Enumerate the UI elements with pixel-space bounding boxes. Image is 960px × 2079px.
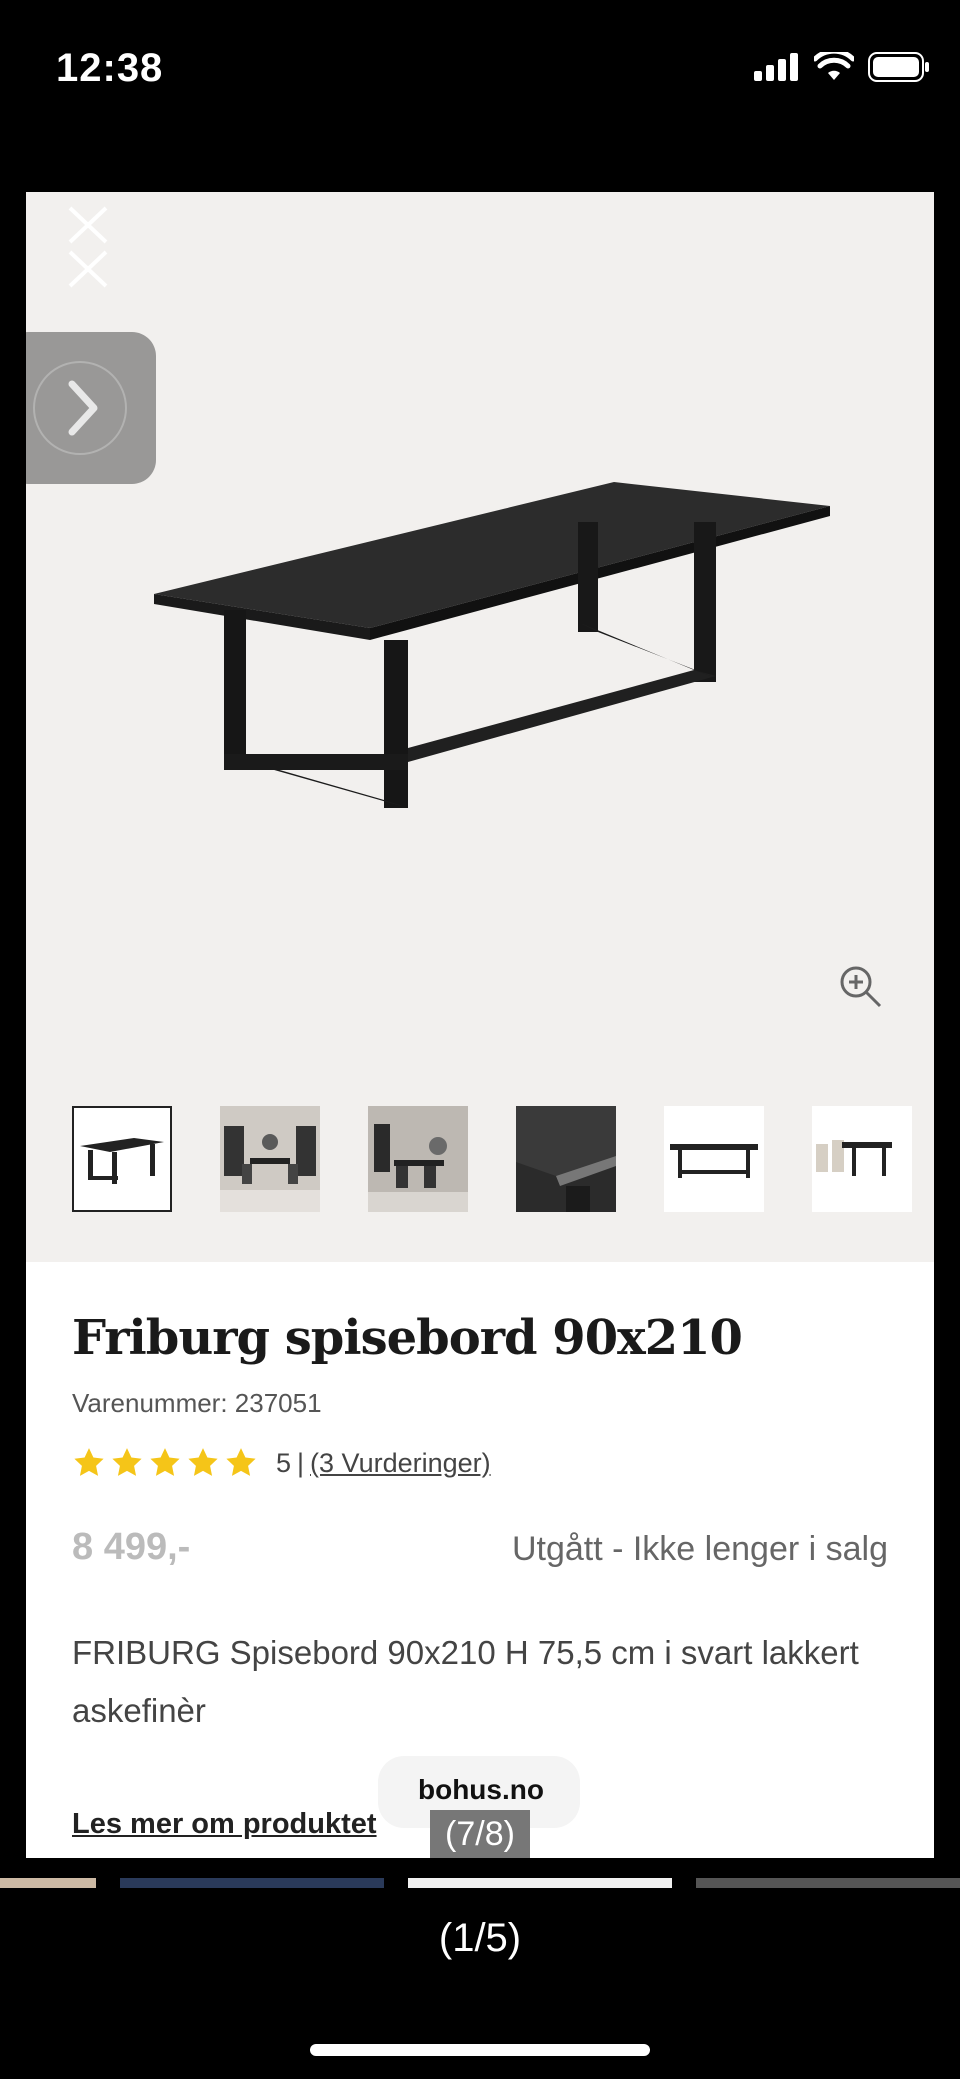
product-image bbox=[154, 482, 830, 808]
star-icon bbox=[226, 1448, 256, 1476]
thumb-detail-image bbox=[516, 1106, 616, 1212]
availability-status: Utgått - Ikke lenger i salg bbox=[511, 1530, 888, 1568]
rating-separator: | bbox=[297, 1447, 305, 1478]
battery-icon bbox=[868, 52, 929, 82]
thumbnail-table-with-chairs[interactable] bbox=[812, 1106, 912, 1212]
home-indicator[interactable] bbox=[310, 2044, 650, 2056]
thumb-room-image bbox=[368, 1106, 468, 1212]
wifi-icon bbox=[814, 52, 854, 80]
domain-label: bohus.no bbox=[418, 1774, 544, 1805]
product-price: 8 499,- bbox=[72, 1526, 191, 1568]
reviews-link[interactable]: (3 Vurderinger) bbox=[310, 1448, 491, 1479]
status-icons bbox=[754, 52, 930, 82]
next-image-button[interactable] bbox=[26, 332, 156, 484]
thumb-room-image bbox=[220, 1106, 320, 1212]
screenshot-counter: (7/8) bbox=[430, 1810, 530, 1858]
thumbnail-dining-room-2[interactable] bbox=[368, 1106, 468, 1212]
product-gallery[interactable] bbox=[26, 192, 934, 1262]
status-time: 12:38 bbox=[56, 46, 164, 90]
rating-score: 5 bbox=[276, 1447, 292, 1478]
thumb-table-icon bbox=[80, 1138, 164, 1184]
thumbnail-dining-room-1[interactable] bbox=[220, 1106, 320, 1212]
chevron-right-icon bbox=[33, 361, 127, 455]
star-icon bbox=[150, 1448, 180, 1476]
zoom-icon[interactable] bbox=[836, 962, 884, 1010]
thumbnail-strip bbox=[72, 1106, 932, 1216]
adjacent-images-strip bbox=[0, 1878, 960, 1888]
star-icon bbox=[188, 1448, 218, 1476]
product-title: Friburg spisebord 90x210 bbox=[72, 1310, 743, 1366]
cellular-signal-icon bbox=[754, 53, 798, 81]
thumb-chairs-image bbox=[816, 1140, 892, 1176]
star-icon bbox=[74, 1448, 104, 1476]
status-bar: 12:38 bbox=[0, 0, 960, 140]
thumbnail-table-front[interactable] bbox=[664, 1106, 764, 1212]
rating-stars bbox=[72, 1446, 258, 1480]
viewer-counter: (1/5) bbox=[438, 1916, 522, 1960]
thumbnail-table-product[interactable] bbox=[72, 1106, 172, 1212]
star-icon bbox=[112, 1448, 142, 1476]
read-more-link[interactable]: Les mer om produktet bbox=[72, 1808, 377, 1841]
product-card: Friburg spisebord 90x210 Varenummer: 237… bbox=[26, 192, 934, 1858]
product-rating: 5 | (3 Vurderinger) bbox=[72, 1446, 491, 1480]
thumbnail-wood-detail[interactable] bbox=[516, 1106, 616, 1212]
product-sku: Varenummer: 237051 bbox=[72, 1388, 322, 1418]
close-icon[interactable] bbox=[66, 202, 110, 292]
thumb-table-icon bbox=[670, 1144, 758, 1178]
product-description: FRIBURG Spisebord 90x210 H 75,5 cm i sva… bbox=[72, 1634, 859, 1729]
